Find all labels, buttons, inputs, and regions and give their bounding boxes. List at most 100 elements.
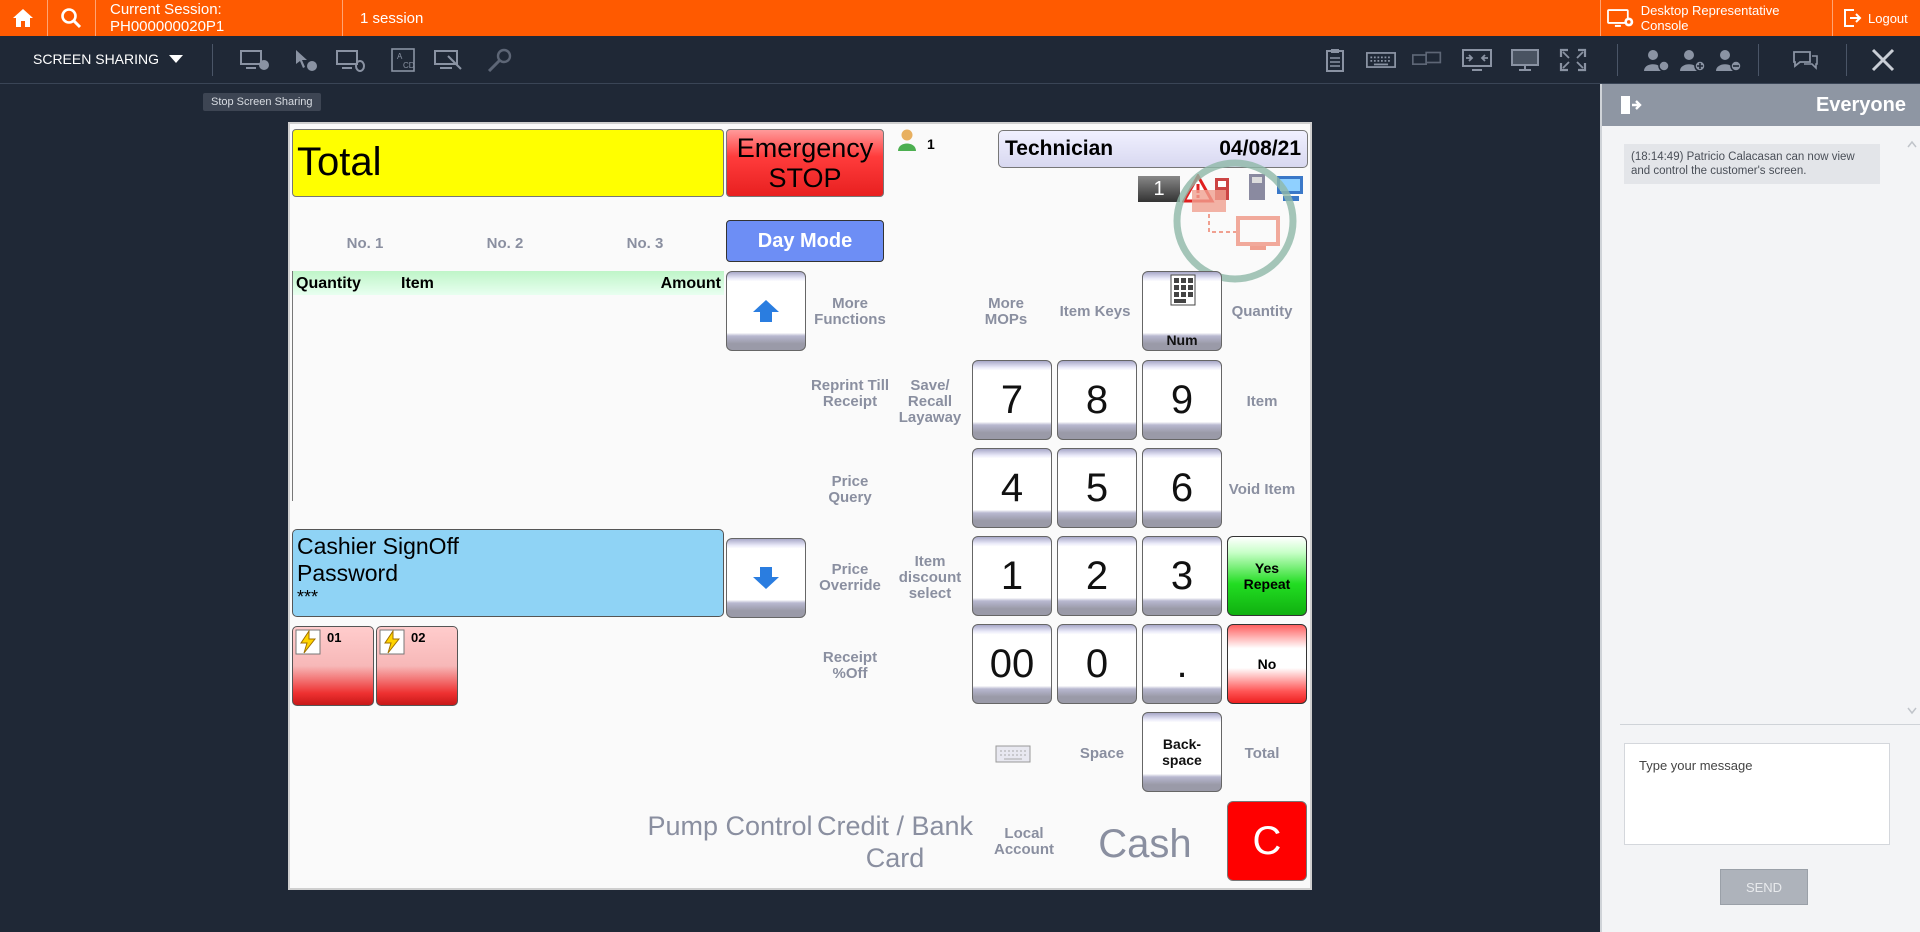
desktop-console-label: Desktop Representative Console bbox=[1640, 3, 1780, 33]
space-button[interactable]: Space bbox=[1062, 746, 1142, 762]
pump-control-button[interactable]: Pump Control bbox=[645, 810, 815, 842]
scroll-up-button[interactable] bbox=[726, 271, 806, 351]
keyboard-icon[interactable] bbox=[995, 744, 1031, 764]
monitor-icon[interactable] bbox=[1510, 48, 1540, 72]
key-icon[interactable] bbox=[484, 48, 514, 72]
receipt-percent-off-button[interactable]: Receipt %Off bbox=[810, 650, 890, 682]
tab-no3[interactable]: No. 3 bbox=[610, 236, 680, 252]
monitor-mouse-icon[interactable] bbox=[336, 48, 366, 72]
message-input[interactable]: Type your message bbox=[1624, 743, 1890, 845]
more-functions-button[interactable]: More Functions bbox=[805, 296, 895, 328]
mouse-control-icon[interactable] bbox=[290, 48, 320, 72]
receipt-list[interactable]: Quantity Item Amount bbox=[292, 271, 724, 501]
price-override-button[interactable]: Price Override bbox=[810, 562, 890, 594]
no-button[interactable]: No bbox=[1227, 624, 1307, 704]
item-button[interactable]: Item bbox=[1222, 394, 1302, 410]
tooltip: Stop Screen Sharing bbox=[203, 93, 321, 111]
arrow-down-icon bbox=[753, 567, 779, 589]
pump-01-button[interactable]: 01 bbox=[292, 626, 374, 706]
remote-screen[interactable]: Total Emergency STOP 1 Technician 04/08/… bbox=[288, 122, 1312, 890]
send-button[interactable]: SEND bbox=[1720, 869, 1808, 905]
pump-lightning-icon bbox=[379, 629, 405, 655]
remove-user-icon[interactable] bbox=[1714, 48, 1744, 72]
chat-header: Everyone bbox=[1602, 84, 1920, 126]
current-session-label[interactable]: Current Session: PH000000020P1 bbox=[110, 0, 340, 36]
keyboard-icon[interactable] bbox=[1366, 48, 1396, 72]
logout-button[interactable]: Logout bbox=[1842, 0, 1916, 36]
key-1[interactable]: 1 bbox=[972, 536, 1052, 616]
col-amount: Amount bbox=[660, 275, 721, 292]
key-2[interactable]: 2 bbox=[1057, 536, 1137, 616]
total-button[interactable]: Total bbox=[1222, 746, 1302, 762]
cash-button[interactable]: Cash bbox=[1070, 822, 1220, 866]
close-icon[interactable] bbox=[1868, 48, 1898, 72]
screen-sharing-dropdown[interactable]: SCREEN SHARING bbox=[33, 51, 184, 67]
key-8[interactable]: 8 bbox=[1057, 360, 1137, 440]
home-button[interactable] bbox=[0, 0, 46, 36]
user-settings-icon[interactable] bbox=[1642, 48, 1672, 72]
num-key-label: Num bbox=[1166, 332, 1198, 348]
password-mask: *** bbox=[297, 587, 319, 607]
key-4[interactable]: 4 bbox=[972, 448, 1052, 528]
tab-no1[interactable]: No. 1 bbox=[330, 236, 400, 252]
reprint-receipt-button[interactable]: Reprint Till Receipt bbox=[810, 378, 890, 410]
desktop-console-button[interactable]: Desktop Representative Console bbox=[1607, 0, 1829, 36]
pump-02-label: 02 bbox=[411, 630, 426, 645]
price-query-button[interactable]: Price Query bbox=[810, 474, 890, 506]
scroll-down-button[interactable] bbox=[726, 538, 806, 618]
cashier-line2: Password bbox=[297, 560, 398, 586]
day-mode-button[interactable]: Day Mode bbox=[726, 220, 884, 262]
user-count: 1 bbox=[927, 136, 935, 152]
multi-monitor-icon[interactable] bbox=[1412, 48, 1442, 72]
credit-bank-card-button[interactable]: Credit / Bank Card bbox=[800, 810, 990, 874]
clear-button[interactable]: C bbox=[1227, 801, 1307, 881]
col-item: Item bbox=[401, 275, 434, 292]
quantity-button[interactable]: Quantity bbox=[1222, 304, 1302, 320]
chat-icon[interactable] bbox=[1790, 48, 1820, 72]
screen-blank-icon[interactable] bbox=[434, 48, 464, 72]
pump-lightning-icon bbox=[295, 629, 321, 655]
logout-label: Logout bbox=[1868, 10, 1908, 26]
key-00[interactable]: 00 bbox=[972, 624, 1052, 704]
item-discount-button[interactable]: Item discount select bbox=[890, 554, 970, 602]
chevron-down-icon bbox=[169, 55, 184, 63]
clipboard-keys-icon[interactable]: ACD bbox=[388, 48, 418, 72]
tab-no2[interactable]: No. 2 bbox=[470, 236, 540, 252]
save-recall-layaway-button[interactable]: Save/ Recall Layaway bbox=[890, 378, 970, 426]
pump-02-button[interactable]: 02 bbox=[376, 626, 458, 706]
key-decimal[interactable]: . bbox=[1142, 624, 1222, 704]
remote-connection-icon bbox=[1173, 159, 1297, 283]
local-account-button[interactable]: Local Account bbox=[984, 826, 1064, 858]
item-keys-button[interactable]: Item Keys bbox=[1050, 304, 1140, 320]
leave-chat-icon[interactable] bbox=[1620, 95, 1642, 115]
clipboard-icon[interactable] bbox=[1320, 48, 1350, 72]
fit-screen-icon[interactable] bbox=[1462, 48, 1492, 72]
key-9[interactable]: 9 bbox=[1142, 360, 1222, 440]
more-mops-button[interactable]: More MOPs bbox=[976, 296, 1036, 328]
void-item-button[interactable]: Void Item bbox=[1222, 482, 1302, 498]
add-user-icon[interactable] bbox=[1678, 48, 1708, 72]
yes-repeat-button[interactable]: Yes Repeat bbox=[1227, 536, 1307, 616]
svg-text:A: A bbox=[397, 52, 403, 61]
search-button[interactable] bbox=[48, 0, 94, 36]
key-3[interactable]: 3 bbox=[1142, 536, 1222, 616]
key-0[interactable]: 0 bbox=[1057, 624, 1137, 704]
cashier-signoff-panel: Cashier SignOff Password *** bbox=[292, 529, 724, 617]
scroll-down-icon bbox=[1907, 707, 1917, 715]
stop-screen-sharing-icon[interactable] bbox=[240, 48, 270, 72]
fullscreen-icon[interactable] bbox=[1558, 48, 1588, 72]
key-7[interactable]: 7 bbox=[972, 360, 1052, 440]
key-6[interactable]: 6 bbox=[1142, 448, 1222, 528]
total-display: Total bbox=[292, 129, 724, 197]
key-5[interactable]: 5 bbox=[1057, 448, 1137, 528]
cashier-line1: Cashier SignOff bbox=[297, 533, 459, 559]
divider bbox=[1620, 724, 1920, 725]
backspace-key[interactable]: Back-space bbox=[1142, 712, 1222, 792]
num-key[interactable]: Num bbox=[1142, 271, 1222, 351]
emergency-stop-button[interactable]: Emergency STOP bbox=[726, 129, 884, 197]
technician-label: Technician bbox=[1005, 137, 1114, 160]
chat-scrollbar[interactable] bbox=[1906, 136, 1918, 716]
chat-panel: Everyone (18:14:49) Patricio Calacasan c… bbox=[1600, 84, 1920, 932]
logout-icon bbox=[1844, 9, 1862, 27]
toolbar: SCREEN SHARING A CD bbox=[0, 36, 1920, 84]
